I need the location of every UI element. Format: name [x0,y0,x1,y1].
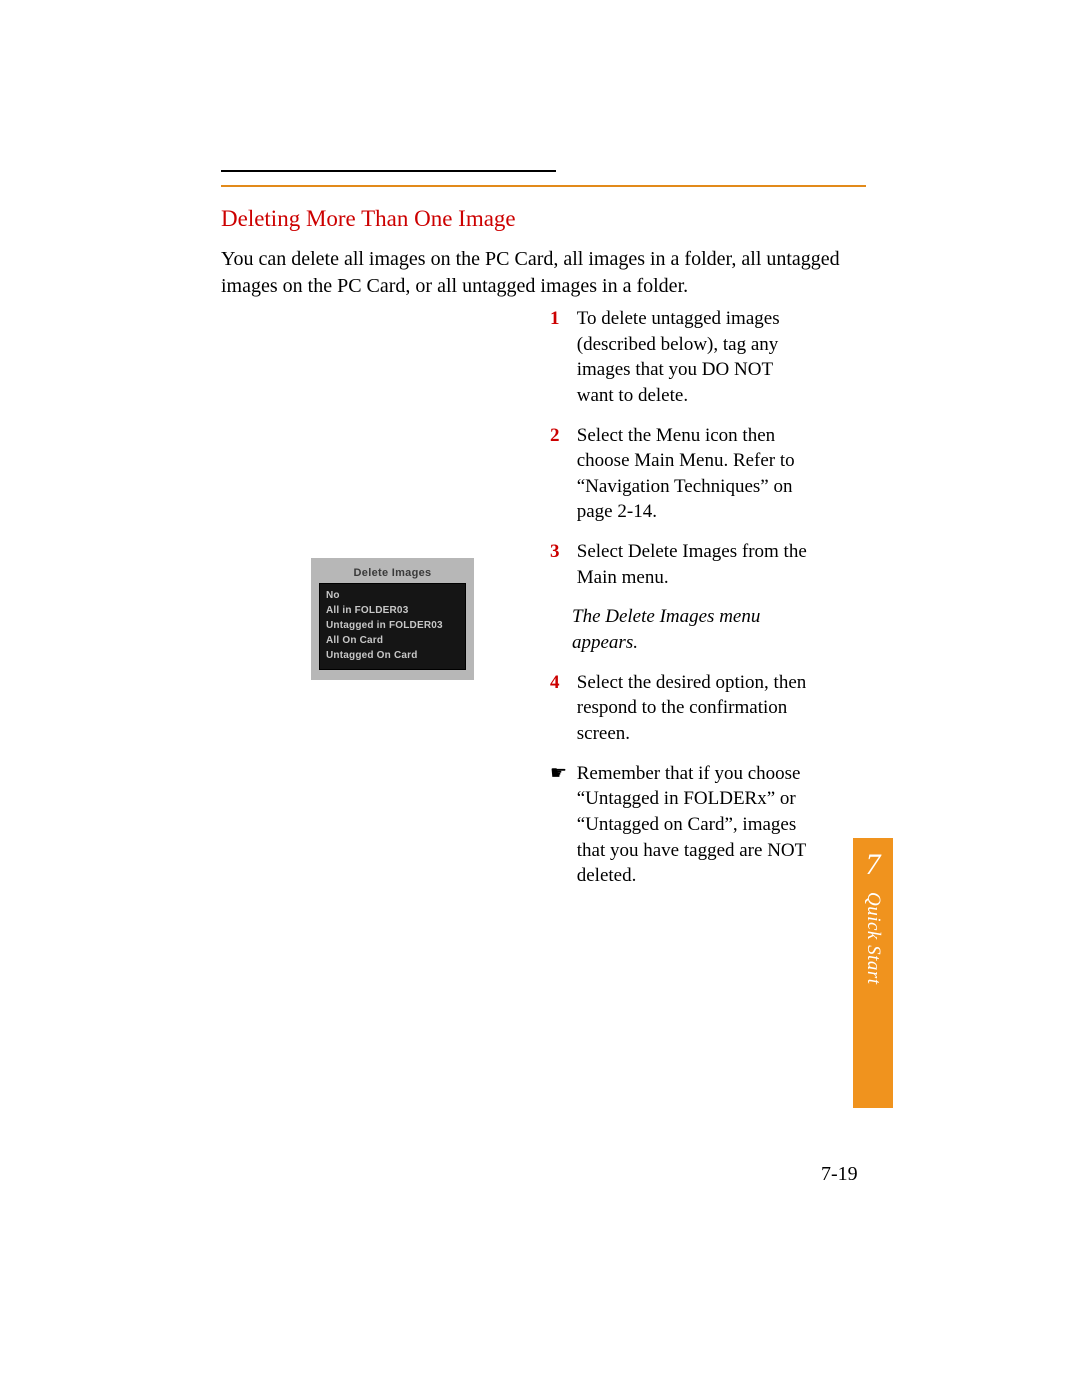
chapter-label: Quick Start [862,892,884,985]
step-4: 4 Select the desired option, then respon… [550,670,810,747]
step-3: 3 Select Delete Images from the Main men… [550,539,810,590]
intro-paragraph: You can delete all images on the PC Card… [221,246,866,300]
step-text: Select Delete Images from the Main menu. [577,539,809,590]
steps-column: 1 To delete untagged images (described b… [550,306,810,903]
pointer-icon: ☛ [550,761,572,787]
header-rule-black [221,170,556,172]
chapter-number: 7 [853,838,893,882]
result-note: The Delete Images menu appears. [572,604,804,655]
menu-item: No [326,588,459,603]
page: Deleting More Than One Image You can del… [0,0,1080,1397]
step-number: 1 [550,306,572,332]
step-number: 4 [550,670,572,696]
header-rule-orange [221,185,866,187]
note-pointer: ☛ Remember that if you choose “Untagged … [550,761,810,889]
pointer-text: Remember that if you choose “Untagged in… [577,761,809,889]
step-text: Select the Menu icon then choose Main Me… [577,423,809,526]
section-title: Deleting More Than One Image [221,206,516,232]
page-number: 7-19 [821,1163,858,1186]
menu-item: All On Card [326,633,459,648]
step-text: Select the desired option, then respond … [577,670,809,747]
step-text: To delete untagged images (described bel… [577,306,809,409]
menu-item: All in FOLDER03 [326,603,459,618]
figure-menu: No All in FOLDER03 Untagged in FOLDER03 … [319,583,466,670]
step-number: 3 [550,539,572,565]
chapter-side-tab: 7 Quick Start [853,838,893,1108]
step-1: 1 To delete untagged images (described b… [550,306,810,409]
figure-title: Delete Images [311,562,474,583]
menu-item: Untagged in FOLDER03 [326,618,459,633]
step-2: 2 Select the Menu icon then choose Main … [550,423,810,526]
step-number: 2 [550,423,572,449]
menu-item: Untagged On Card [326,648,459,663]
delete-images-menu-figure: Delete Images No All in FOLDER03 Untagge… [311,558,474,680]
